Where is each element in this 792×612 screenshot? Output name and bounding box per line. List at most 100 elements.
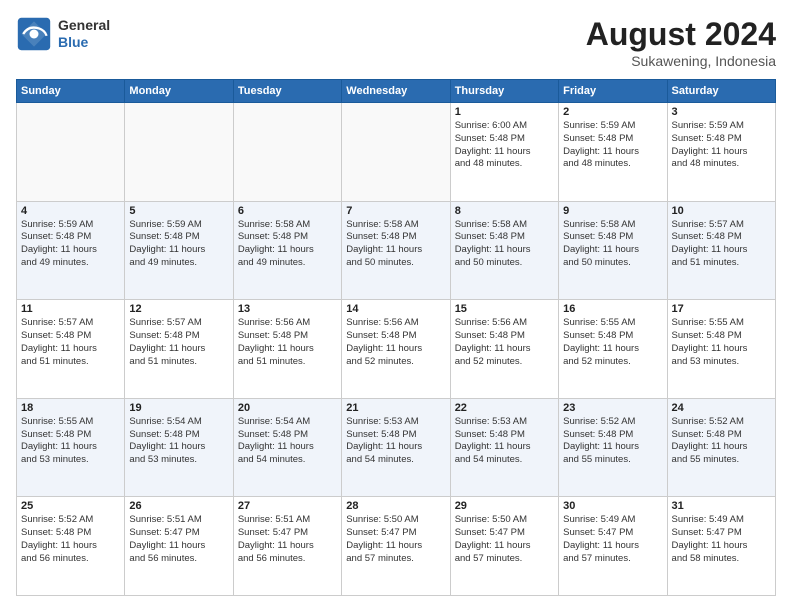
day-cell: 1 Sunrise: 6:00 AM Sunset: 5:48 PM Daylig…	[450, 103, 558, 202]
day-info: Sunrise: 5:54 AM Sunset: 5:48 PM Dayligh…	[129, 416, 228, 467]
day-info: Sunrise: 5:58 AM Sunset: 5:48 PM Dayligh…	[346, 219, 445, 270]
week-row-2: 4 Sunrise: 5:59 AM Sunset: 5:48 PM Daylig…	[17, 201, 776, 300]
day-cell: 4 Sunrise: 5:59 AM Sunset: 5:48 PM Daylig…	[17, 201, 125, 300]
day-cell: 9 Sunrise: 5:58 AM Sunset: 5:48 PM Daylig…	[559, 201, 667, 300]
day-cell: 17 Sunrise: 5:55 AM Sunset: 5:48 PM Dayli…	[667, 300, 775, 399]
day-cell: 16Sunrise: 5:55 AM Sunset: 5:48 PM Dayli…	[559, 300, 667, 399]
day-number: 21	[346, 402, 445, 414]
day-number: 19	[129, 402, 228, 414]
day-cell: 27Sunrise: 5:51 AM Sunset: 5:47 PM Dayli…	[233, 497, 341, 596]
day-number: 20	[238, 402, 337, 414]
day-cell: 23 Sunrise: 5:52 AM Sunset: 5:48 PM Dayli…	[559, 398, 667, 497]
day-cell: 24 Sunrise: 5:52 AM Sunset: 5:48 PM Dayli…	[667, 398, 775, 497]
header-saturday: Saturday	[667, 80, 775, 103]
day-number: 22	[455, 402, 554, 414]
day-info: Sunrise: 5:56 AM Sunset: 5:48 PM Dayligh…	[238, 317, 337, 368]
day-cell: 14 Sunrise: 5:56 AM Sunset: 5:48 PM Dayli…	[342, 300, 450, 399]
day-info: Sunrise: 5:49 AM Sunset: 5:47 PM Dayligh…	[563, 514, 662, 565]
day-number: 26	[129, 500, 228, 512]
day-info: Sunrise: 5:56 AM Sunset: 5:48 PM Dayligh…	[346, 317, 445, 368]
day-info: Sunrise: 5:51 AM Sunset: 5:47 PM Dayligh…	[129, 514, 228, 565]
day-info: Sunrise: 5:58 AM Sunset: 5:48 PM Dayligh…	[238, 219, 337, 270]
day-info: Sunrise: 5:52 AM Sunset: 5:48 PM Dayligh…	[672, 416, 771, 467]
logo-general: General	[58, 17, 110, 34]
day-info: Sunrise: 5:52 AM Sunset: 5:48 PM Dayligh…	[21, 514, 120, 565]
week-row-3: 11Sunrise: 5:57 AM Sunset: 5:48 PM Dayli…	[17, 300, 776, 399]
day-number: 30	[563, 500, 662, 512]
day-cell: 13 Sunrise: 5:56 AM Sunset: 5:48 PM Dayli…	[233, 300, 341, 399]
header-friday: Friday	[559, 80, 667, 103]
day-info: Sunrise: 5:55 AM Sunset: 5:48 PM Dayligh…	[672, 317, 771, 368]
day-info: Sunrise: 5:58 AM Sunset: 5:48 PM Dayligh…	[563, 219, 662, 270]
day-info: Sunrise: 5:52 AM Sunset: 5:48 PM Dayligh…	[563, 416, 662, 467]
day-number: 6	[238, 205, 337, 217]
day-cell: 7 Sunrise: 5:58 AM Sunset: 5:48 PM Daylig…	[342, 201, 450, 300]
day-number: 29	[455, 500, 554, 512]
day-number: 24	[672, 402, 771, 414]
day-cell	[17, 103, 125, 202]
day-info: Sunrise: 6:00 AM Sunset: 5:48 PM Dayligh…	[455, 120, 554, 171]
day-cell: 30 Sunrise: 5:49 AM Sunset: 5:47 PM Dayli…	[559, 497, 667, 596]
day-cell: 10Sunrise: 5:57 AM Sunset: 5:48 PM Dayli…	[667, 201, 775, 300]
title-area: August 2024 Sukawening, Indonesia	[586, 16, 776, 69]
header-tuesday: Tuesday	[233, 80, 341, 103]
day-info: Sunrise: 5:58 AM Sunset: 5:48 PM Dayligh…	[455, 219, 554, 270]
day-number: 31	[672, 500, 771, 512]
day-cell: 31 Sunrise: 5:49 AM Sunset: 5:47 PM Dayli…	[667, 497, 775, 596]
logo-icon	[16, 16, 52, 52]
day-info: Sunrise: 5:59 AM Sunset: 5:48 PM Dayligh…	[129, 219, 228, 270]
day-info: Sunrise: 5:59 AM Sunset: 5:48 PM Dayligh…	[21, 219, 120, 270]
day-cell: 29Sunrise: 5:50 AM Sunset: 5:47 PM Dayli…	[450, 497, 558, 596]
day-number: 17	[672, 303, 771, 315]
month-year: August 2024	[586, 16, 776, 53]
weekday-header-row: Sunday Monday Tuesday Wednesday Thursday…	[17, 80, 776, 103]
day-number: 13	[238, 303, 337, 315]
day-info: Sunrise: 5:59 AM Sunset: 5:48 PM Dayligh…	[563, 120, 662, 171]
day-number: 27	[238, 500, 337, 512]
day-number: 18	[21, 402, 120, 414]
day-number: 23	[563, 402, 662, 414]
day-number: 4	[21, 205, 120, 217]
day-info: Sunrise: 5:53 AM Sunset: 5:48 PM Dayligh…	[455, 416, 554, 467]
header-thursday: Thursday	[450, 80, 558, 103]
day-number: 14	[346, 303, 445, 315]
day-info: Sunrise: 5:57 AM Sunset: 5:48 PM Dayligh…	[129, 317, 228, 368]
week-row-4: 18Sunrise: 5:55 AM Sunset: 5:48 PM Dayli…	[17, 398, 776, 497]
day-cell: 15 Sunrise: 5:56 AM Sunset: 5:48 PM Dayli…	[450, 300, 558, 399]
location: Sukawening, Indonesia	[586, 53, 776, 69]
day-cell: 6 Sunrise: 5:58 AM Sunset: 5:48 PM Daylig…	[233, 201, 341, 300]
logo-text: General Blue	[58, 17, 110, 51]
day-cell: 11Sunrise: 5:57 AM Sunset: 5:48 PM Dayli…	[17, 300, 125, 399]
day-info: Sunrise: 5:54 AM Sunset: 5:48 PM Dayligh…	[238, 416, 337, 467]
day-number: 10	[672, 205, 771, 217]
day-info: Sunrise: 5:56 AM Sunset: 5:48 PM Dayligh…	[455, 317, 554, 368]
day-cell: 21 Sunrise: 5:53 AM Sunset: 5:48 PM Dayli…	[342, 398, 450, 497]
day-number: 28	[346, 500, 445, 512]
day-cell: 18Sunrise: 5:55 AM Sunset: 5:48 PM Dayli…	[17, 398, 125, 497]
day-cell: 3Sunrise: 5:59 AM Sunset: 5:48 PM Daylig…	[667, 103, 775, 202]
day-info: Sunrise: 5:49 AM Sunset: 5:47 PM Dayligh…	[672, 514, 771, 565]
day-number: 2	[563, 106, 662, 118]
day-cell: 26 Sunrise: 5:51 AM Sunset: 5:47 PM Dayli…	[125, 497, 233, 596]
day-cell: 2 Sunrise: 5:59 AM Sunset: 5:48 PM Daylig…	[559, 103, 667, 202]
day-number: 5	[129, 205, 228, 217]
day-cell: 12 Sunrise: 5:57 AM Sunset: 5:48 PM Dayli…	[125, 300, 233, 399]
day-cell	[125, 103, 233, 202]
day-info: Sunrise: 5:53 AM Sunset: 5:48 PM Dayligh…	[346, 416, 445, 467]
calendar: Sunday Monday Tuesday Wednesday Thursday…	[16, 79, 776, 596]
header-wednesday: Wednesday	[342, 80, 450, 103]
header-sunday: Sunday	[17, 80, 125, 103]
day-number: 1	[455, 106, 554, 118]
header-monday: Monday	[125, 80, 233, 103]
day-number: 7	[346, 205, 445, 217]
day-number: 12	[129, 303, 228, 315]
page: General Blue August 2024 Sukawening, Ind…	[0, 0, 792, 612]
day-cell: 19 Sunrise: 5:54 AM Sunset: 5:48 PM Dayli…	[125, 398, 233, 497]
day-cell: 22 Sunrise: 5:53 AM Sunset: 5:48 PM Dayli…	[450, 398, 558, 497]
day-cell: 20 Sunrise: 5:54 AM Sunset: 5:48 PM Dayli…	[233, 398, 341, 497]
day-number: 9	[563, 205, 662, 217]
header: General Blue August 2024 Sukawening, Ind…	[16, 16, 776, 69]
day-cell: 5 Sunrise: 5:59 AM Sunset: 5:48 PM Daylig…	[125, 201, 233, 300]
day-number: 15	[455, 303, 554, 315]
day-cell: 25Sunrise: 5:52 AM Sunset: 5:48 PM Dayli…	[17, 497, 125, 596]
